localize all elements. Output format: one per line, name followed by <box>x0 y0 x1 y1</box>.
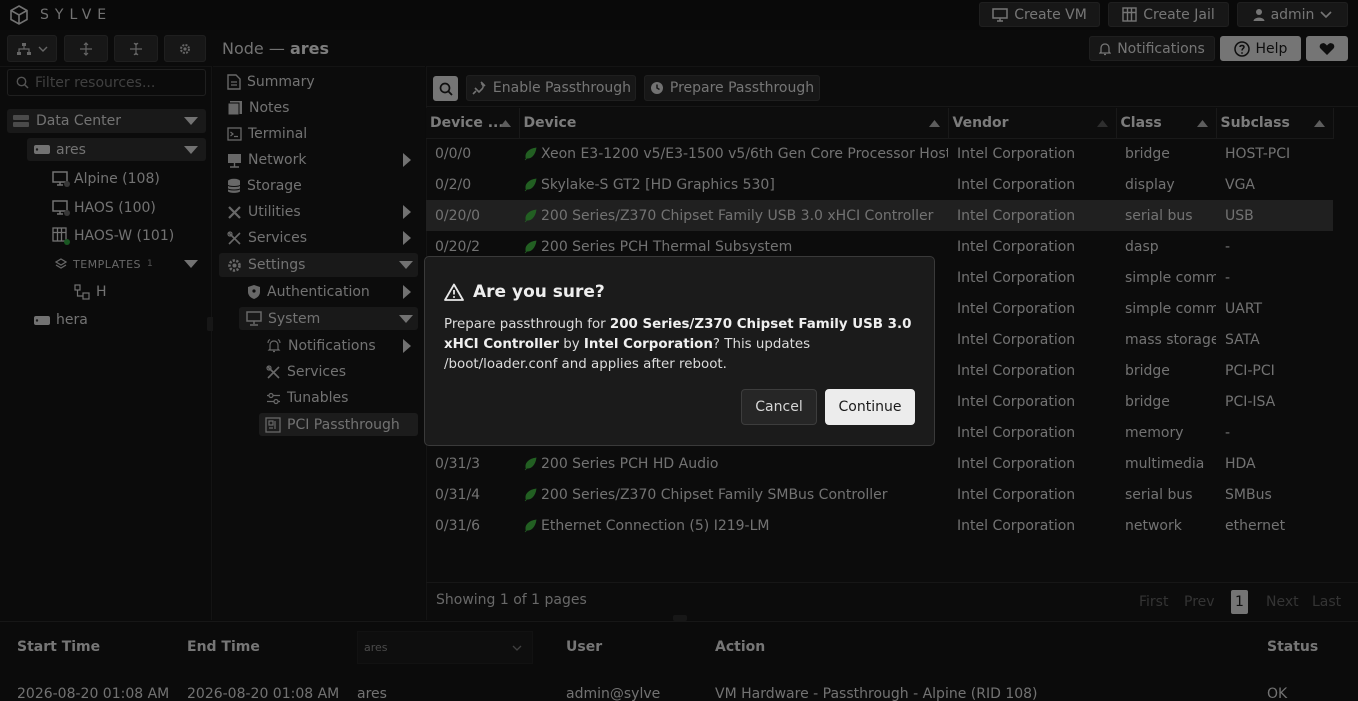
dialog-message: Prepare passthrough for 200 Series/Z370 … <box>444 315 914 375</box>
dialog-vendor: Intel Corporation <box>583 337 713 352</box>
cancel-button[interactable]: Cancel <box>741 389 817 425</box>
dialog-title-row: Are you sure? <box>444 282 605 302</box>
dialog-text-1: Prepare passthrough for <box>444 317 610 332</box>
warning-triangle-icon <box>444 283 464 301</box>
continue-button[interactable]: Continue <box>825 389 915 425</box>
confirm-dialog: Are you sure? Prepare passthrough for 20… <box>424 256 935 446</box>
dialog-title: Are you sure? <box>473 282 605 302</box>
dialog-text-2: by <box>558 337 584 352</box>
